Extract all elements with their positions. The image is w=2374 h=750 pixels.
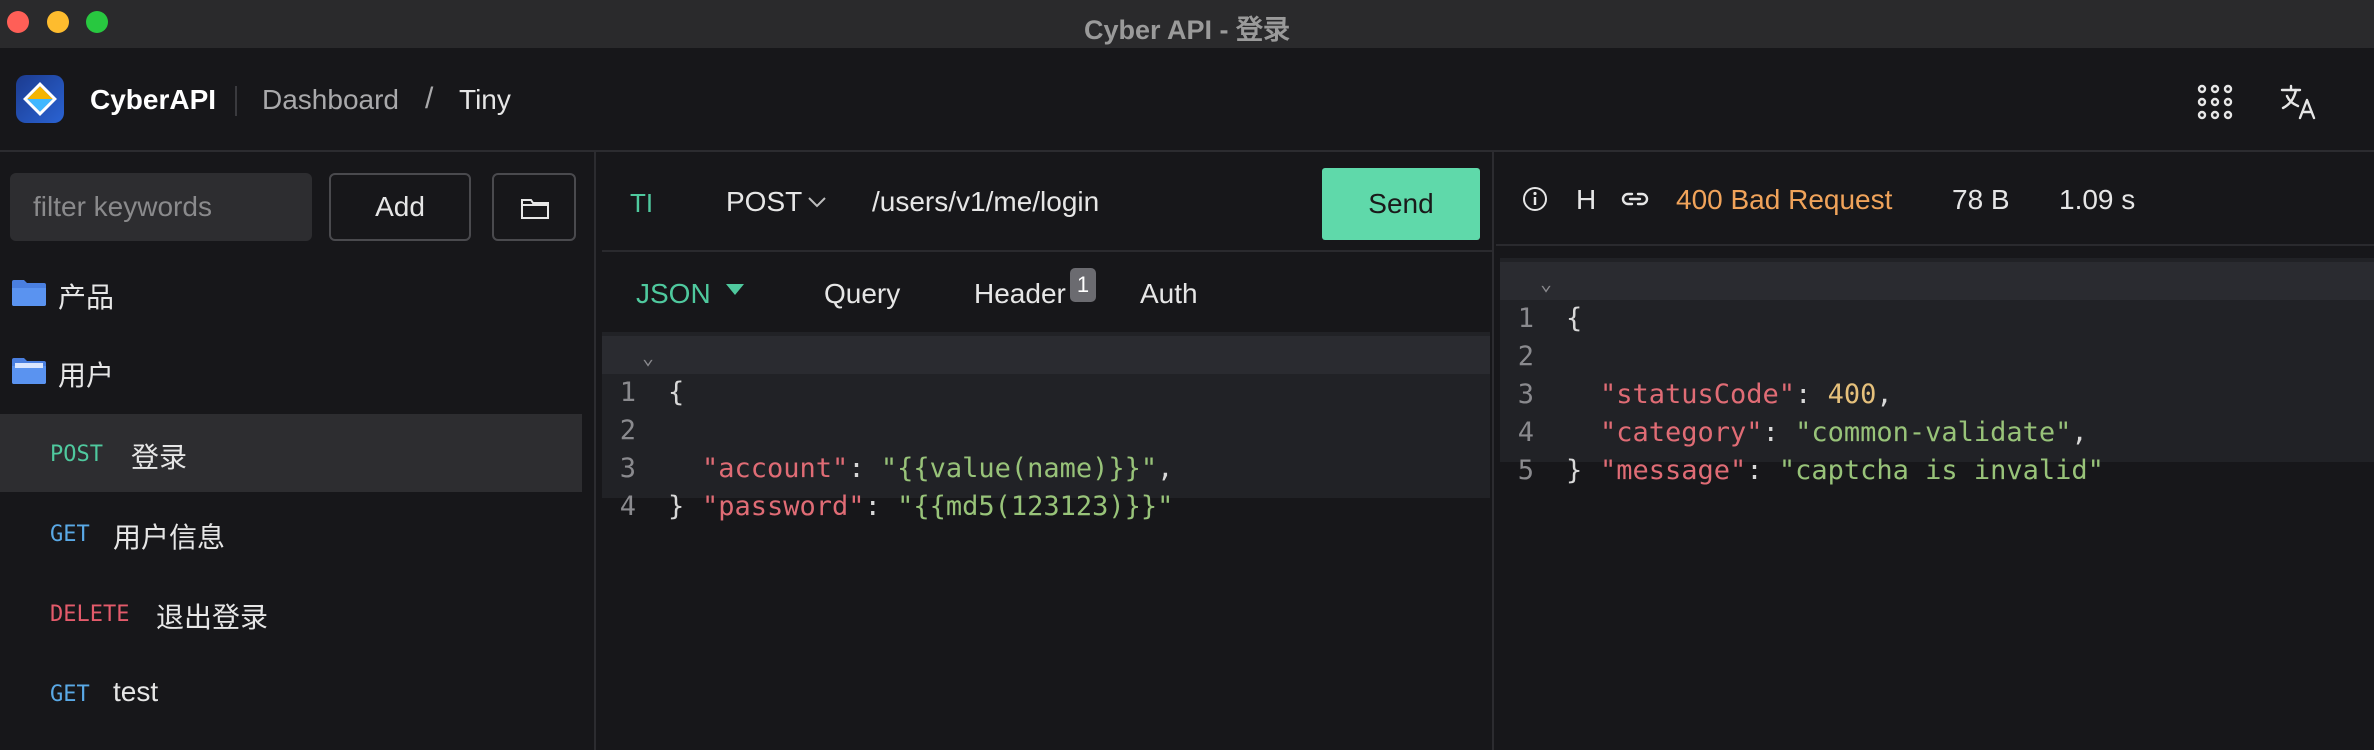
header-divider <box>235 86 237 116</box>
folder-icon <box>12 280 46 306</box>
code-line: 1 ⌄{ <box>1500 262 2374 334</box>
info-icon[interactable] <box>1522 186 1548 212</box>
breadcrumb-dashboard[interactable]: Dashboard <box>262 84 399 116</box>
response-time: 1.09 s <box>2059 184 2136 215</box>
sidebar-folder-label: 产品 <box>58 282 115 313</box>
request-type-label[interactable]: TI <box>630 188 653 219</box>
sidebar-item-test[interactable]: GET test <box>0 654 582 732</box>
divider <box>602 250 1492 252</box>
sidebar-item-label: 登录 <box>131 442 188 473</box>
tab-json[interactable]: JSON <box>636 278 711 310</box>
send-button[interactable]: Send <box>1322 168 1480 240</box>
response-status: 400 Bad Request <box>1676 184 1893 215</box>
folder-icon <box>521 199 549 219</box>
sidebar-item-label: test <box>113 676 159 707</box>
tab-query[interactable]: Query <box>824 278 900 310</box>
caret-down-icon[interactable] <box>726 284 744 295</box>
sidebar-item-user-info[interactable]: GET 用户信息 <box>0 494 582 572</box>
response-size: 78 B <box>1952 184 2010 215</box>
breadcrumb-separator: / <box>425 82 434 115</box>
chevron-down-icon[interactable] <box>808 196 826 208</box>
app-logo <box>16 75 64 123</box>
header-count-badge: 1 <box>1070 268 1096 302</box>
code-line: 1 ⌄{ <box>602 336 1490 408</box>
brand-name: CyberAPI <box>90 84 217 115</box>
method-badge: GET <box>50 682 90 707</box>
folder-open-icon <box>12 358 46 384</box>
sidebar-item-logout[interactable]: DELETE 退出登录 <box>0 574 582 652</box>
method-select[interactable]: POST <box>726 186 802 218</box>
response-panel: H 400 Bad Request 78 B 1.09 s 1 ⌄{ 2 "sta… <box>1496 152 2374 750</box>
code-line: 3 "password": "{{md5(123123)}}" <box>619 453 1174 522</box>
code-line: 4 "message": "captcha is invalid" <box>1517 417 2104 486</box>
sidebar-folder-label: 用户 <box>58 360 115 391</box>
code-line: 2 "statusCode": 400, <box>1517 341 1893 410</box>
translate-icon[interactable] <box>2279 82 2319 122</box>
request-body-editor[interactable]: 1 ⌄{ 2 "account": "{{value(name)}}", 3 "p… <box>602 332 1490 522</box>
code-line: 3 "category": "common-validate", <box>1517 379 2088 448</box>
tab-header[interactable]: Header <box>974 278 1066 310</box>
code-line: 5} <box>1517 455 1583 486</box>
breadcrumb-current: Tiny <box>459 84 511 115</box>
link-icon[interactable] <box>1620 186 1650 212</box>
sidebar-folder-users[interactable]: 用户 <box>0 332 582 410</box>
tab-auth[interactable]: Auth <box>1140 278 1198 310</box>
code-line: 4} <box>619 491 685 522</box>
divider <box>1496 244 2374 246</box>
sidebar-item-label: 退出登录 <box>156 602 269 633</box>
title-bar: Cyber API - 登录 <box>0 0 2374 48</box>
add-button[interactable]: Add <box>329 173 471 241</box>
request-panel: TI POST /users/v1/me/login Send JSON Que… <box>598 152 1494 750</box>
apps-grid-icon[interactable] <box>2197 84 2233 120</box>
method-badge: GET <box>50 522 90 547</box>
import-folder-button[interactable] <box>492 173 576 241</box>
sidebar-item-login[interactable]: POST 登录 <box>0 414 582 492</box>
app-header: CyberAPI Dashboard / Tiny <box>0 48 2374 152</box>
sidebar-item-label: 用户信息 <box>113 522 226 553</box>
window-title: Cyber API - 登录 <box>1083 15 1291 45</box>
sidebar: Add 产品 用户 POST 登录 GET 用户信息 DELETE 退出登录 G… <box>0 152 596 750</box>
filter-input[interactable] <box>10 173 312 241</box>
response-headers-button[interactable]: H <box>1576 184 1596 216</box>
url-input[interactable]: /users/v1/me/login <box>872 186 1099 218</box>
method-badge: DELETE <box>50 602 130 627</box>
code-line: 2 "account": "{{value(name)}}", <box>619 415 1174 484</box>
method-badge: POST <box>50 442 103 467</box>
sidebar-folder-products[interactable]: 产品 <box>0 254 582 332</box>
response-body-viewer[interactable]: 1 ⌄{ 2 "statusCode": 400, 3 "category": "… <box>1500 258 2374 486</box>
